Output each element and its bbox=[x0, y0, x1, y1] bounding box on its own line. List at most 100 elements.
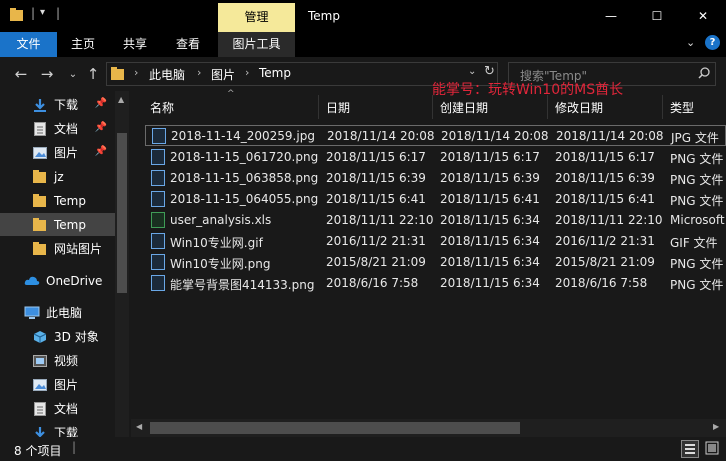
nav-item-this-pc[interactable]: 此电脑 bbox=[0, 301, 125, 324]
up-button[interactable]: ↑ bbox=[82, 62, 104, 86]
file-date: 2018/11/11 22:10 bbox=[326, 213, 434, 227]
pictures-icon bbox=[32, 145, 48, 161]
expand-ribbon-icon[interactable]: ⌄ bbox=[686, 36, 695, 49]
image-file-icon bbox=[151, 170, 165, 186]
folder-icon bbox=[32, 241, 48, 257]
file-row[interactable]: Win10专业网.gif 2016/11/2 21:31 2018/11/15 … bbox=[145, 231, 726, 252]
breadcrumb-this-pc[interactable]: 此电脑 bbox=[149, 66, 185, 83]
back-button[interactable]: ← bbox=[10, 62, 32, 86]
large-icons-view-button[interactable] bbox=[704, 440, 722, 458]
column-header-type[interactable]: 类型 bbox=[670, 99, 694, 116]
folder-icon[interactable] bbox=[10, 8, 24, 25]
horizontal-scrollbar-thumb[interactable] bbox=[150, 422, 520, 434]
navigation-pane: 下载 📌 文档 📌 图片 📌 jz Temp Temp 网站图片 OneDriv… bbox=[0, 91, 131, 437]
nav-item-3d-objects[interactable]: 3D 对象 bbox=[0, 325, 125, 348]
nav-item-label: 文档 bbox=[54, 402, 79, 416]
nav-item-pc-documents[interactable]: 文档 bbox=[0, 397, 125, 420]
minimize-button[interactable]: — bbox=[588, 0, 634, 32]
document-icon bbox=[32, 401, 48, 417]
folder-icon bbox=[32, 217, 48, 233]
column-divider[interactable] bbox=[662, 95, 663, 119]
tab-view[interactable]: 查看 bbox=[165, 32, 211, 57]
column-header-modified[interactable]: 修改日期 bbox=[555, 99, 603, 116]
pictures-icon bbox=[32, 377, 48, 393]
file-row[interactable]: user_analysis.xls 2018/11/11 22:10 2018/… bbox=[145, 210, 726, 231]
file-modified: 2018/11/15 6:41 bbox=[555, 192, 655, 206]
search-icon bbox=[698, 67, 710, 82]
nav-scrollbar-thumb[interactable] bbox=[117, 133, 127, 293]
tab-home[interactable]: 主页 bbox=[60, 32, 106, 57]
file-created: 2018/11/15 6:34 bbox=[440, 234, 540, 248]
close-button[interactable]: ✕ bbox=[680, 0, 726, 32]
nav-item-downloads[interactable]: 下载 📌 bbox=[0, 93, 125, 116]
nav-item-jz[interactable]: jz bbox=[0, 165, 125, 188]
nav-item-temp[interactable]: Temp bbox=[0, 189, 125, 212]
file-modified: 2018/11/15 6:39 bbox=[555, 171, 655, 185]
file-created: 2018/11/15 6:39 bbox=[440, 171, 540, 185]
address-dropdown-icon[interactable]: ⌄ bbox=[468, 66, 476, 77]
details-view-icon bbox=[685, 444, 695, 454]
quick-access-divider-icon: | bbox=[56, 6, 61, 20]
file-row[interactable]: 能掌号背景图414133.png 2018/6/16 7:58 2018/11/… bbox=[145, 273, 726, 294]
column-header-name[interactable]: 名称 bbox=[150, 99, 174, 116]
up-arrow-icon: ↑ bbox=[86, 65, 100, 83]
file-row[interactable]: 2018-11-15_063858.png 2018/11/15 6:39 20… bbox=[145, 168, 726, 189]
nav-item-onedrive[interactable]: OneDrive bbox=[0, 269, 125, 292]
details-view-button[interactable] bbox=[681, 440, 699, 458]
video-icon bbox=[32, 353, 48, 369]
download-icon bbox=[32, 97, 48, 113]
scroll-up-icon[interactable]: ▲ bbox=[118, 95, 124, 104]
nav-item-pc-downloads[interactable]: 下载 bbox=[0, 421, 125, 437]
file-row[interactable]: 2018-11-15_061720.png 2018/11/15 6:17 20… bbox=[145, 147, 726, 168]
customize-quick-access-icon[interactable]: ▾ bbox=[40, 7, 45, 18]
nav-item-videos[interactable]: 视频 bbox=[0, 349, 125, 372]
nav-item-pc-pictures[interactable]: 图片 bbox=[0, 373, 125, 396]
chevron-right-icon: › bbox=[197, 66, 202, 79]
column-header-date[interactable]: 日期 bbox=[326, 99, 350, 116]
breadcrumb-pictures[interactable]: 图片 bbox=[211, 66, 235, 83]
column-divider[interactable] bbox=[432, 95, 433, 119]
image-file-icon bbox=[151, 149, 165, 165]
file-date: 2018/11/15 6:41 bbox=[326, 192, 426, 206]
file-date: 2018/11/14 20:08 bbox=[327, 129, 435, 143]
maximize-icon: ☐ bbox=[651, 9, 663, 23]
nav-item-pictures[interactable]: 图片 📌 bbox=[0, 141, 125, 164]
tab-file[interactable]: 文件 bbox=[0, 32, 57, 57]
file-name: Win10专业网.gif bbox=[170, 236, 263, 250]
window-title: Temp bbox=[308, 9, 340, 23]
breadcrumb-temp[interactable]: Temp bbox=[259, 66, 291, 80]
file-row[interactable]: 2018-11-15_064055.png 2018/11/15 6:41 20… bbox=[145, 189, 726, 210]
help-icon[interactable]: ? bbox=[705, 35, 720, 50]
file-name: Win10专业网.png bbox=[170, 257, 271, 271]
file-created: 2018/11/15 6:34 bbox=[440, 255, 540, 269]
file-type: JPG 文件 bbox=[671, 131, 719, 145]
file-row[interactable]: 2018-11-14_200259.jpg 2018/11/14 20:08 2… bbox=[145, 125, 726, 146]
image-file-icon bbox=[151, 254, 165, 270]
pin-icon: 📌 bbox=[94, 146, 107, 157]
tab-manage[interactable]: 管理 bbox=[218, 3, 295, 32]
forward-button[interactable]: → bbox=[36, 62, 58, 86]
column-header-created[interactable]: 创建日期 bbox=[440, 99, 488, 116]
scroll-right-icon[interactable]: ▶ bbox=[713, 422, 719, 431]
nav-item-label: 网站图片 bbox=[54, 242, 103, 256]
file-modified: 2015/8/21 21:09 bbox=[555, 255, 655, 269]
status-bar bbox=[0, 437, 726, 461]
maximize-button[interactable]: ☐ bbox=[634, 0, 680, 32]
column-divider[interactable] bbox=[547, 95, 548, 119]
image-file-icon bbox=[151, 233, 165, 249]
nav-item-website-pictures[interactable]: 网站图片 bbox=[0, 237, 125, 260]
refresh-icon[interactable]: ↻ bbox=[484, 64, 495, 79]
tab-picture-tools[interactable]: 图片工具 bbox=[218, 32, 295, 57]
file-date: 2018/11/15 6:39 bbox=[326, 171, 426, 185]
file-row[interactable]: Win10专业网.png 2015/8/21 21:09 2018/11/15 … bbox=[145, 252, 726, 273]
nav-item-label: Temp bbox=[54, 217, 86, 232]
nav-item-documents[interactable]: 文档 📌 bbox=[0, 117, 125, 140]
nav-item-label: OneDrive bbox=[46, 273, 103, 288]
nav-item-temp-selected[interactable]: Temp bbox=[0, 213, 125, 236]
recent-locations-button[interactable]: ⌄ bbox=[62, 62, 84, 86]
nav-item-label: 图片 bbox=[54, 378, 79, 392]
file-name: 2018-11-15_064055.png bbox=[170, 192, 319, 206]
tab-share[interactable]: 共享 bbox=[112, 32, 158, 57]
scroll-left-icon[interactable]: ◀ bbox=[136, 422, 142, 431]
column-divider[interactable] bbox=[318, 95, 319, 119]
